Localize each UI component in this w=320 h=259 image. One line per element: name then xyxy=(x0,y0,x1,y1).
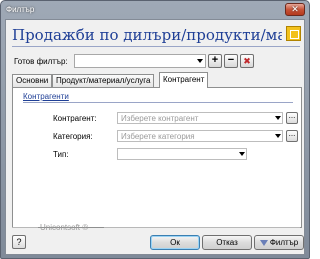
help-button[interactable]: ? xyxy=(12,235,26,249)
browse-contragent-button[interactable]: ... xyxy=(286,112,298,124)
dialog-body: Продажби по дилъри/продукти/мат... Готов… xyxy=(5,19,305,255)
chevron-down-icon xyxy=(197,59,203,63)
category-label: Категория: xyxy=(53,132,93,141)
apply-filter-label: Филтър xyxy=(269,238,299,247)
add-filter-button[interactable]: + xyxy=(208,54,222,68)
close-button[interactable]: ✕ xyxy=(285,3,305,16)
tab-contragent[interactable]: Контрагент xyxy=(159,72,209,88)
brand-label: Unicontsoft ® xyxy=(40,223,89,232)
saved-filter-label: Готов филтър: xyxy=(14,57,68,66)
type-label: Тип: xyxy=(53,150,69,159)
cancel-button[interactable]: Отказ xyxy=(202,235,252,250)
browse-category-button[interactable]: ... xyxy=(286,130,298,142)
divider xyxy=(12,227,38,228)
remove-filter-button[interactable]: − xyxy=(224,54,238,68)
apply-filter-button[interactable]: Филтър xyxy=(254,235,304,250)
tab-product[interactable]: Продукт/материал/услуга xyxy=(52,74,155,87)
divider xyxy=(23,102,293,103)
saved-filter-select[interactable] xyxy=(74,54,206,68)
contragent-placeholder: Изберете контрагент xyxy=(121,114,199,123)
filter-dialog: Филтър ✕ Продажби по дилъри/продукти/мат… xyxy=(0,0,310,259)
tab-panel-contragent: Контрагенти Контрагент: Изберете контраг… xyxy=(12,87,302,228)
title-bar[interactable]: Филтър ✕ xyxy=(1,1,309,19)
chevron-down-icon xyxy=(275,116,281,120)
group-title: Контрагенти xyxy=(23,92,69,101)
ok-button[interactable]: Ок xyxy=(150,235,200,250)
window-title: Филтър xyxy=(6,5,35,14)
tab-general[interactable]: Основни xyxy=(12,74,53,87)
divider xyxy=(104,227,300,228)
divider xyxy=(12,46,300,47)
funnel-icon xyxy=(259,239,268,246)
contragent-select[interactable]: Изберете контрагент xyxy=(117,112,283,124)
chevron-down-icon xyxy=(239,152,245,156)
chevron-down-icon xyxy=(275,134,281,138)
contragent-label: Контрагент: xyxy=(53,114,97,123)
report-icon xyxy=(286,26,301,41)
type-select[interactable] xyxy=(117,148,247,160)
category-select[interactable]: Изберете категория xyxy=(117,130,283,142)
category-placeholder: Изберете категория xyxy=(121,132,195,141)
page-title: Продажби по дилъри/продукти/мат... xyxy=(12,26,282,44)
clear-filter-button[interactable]: ✖ xyxy=(240,54,254,68)
